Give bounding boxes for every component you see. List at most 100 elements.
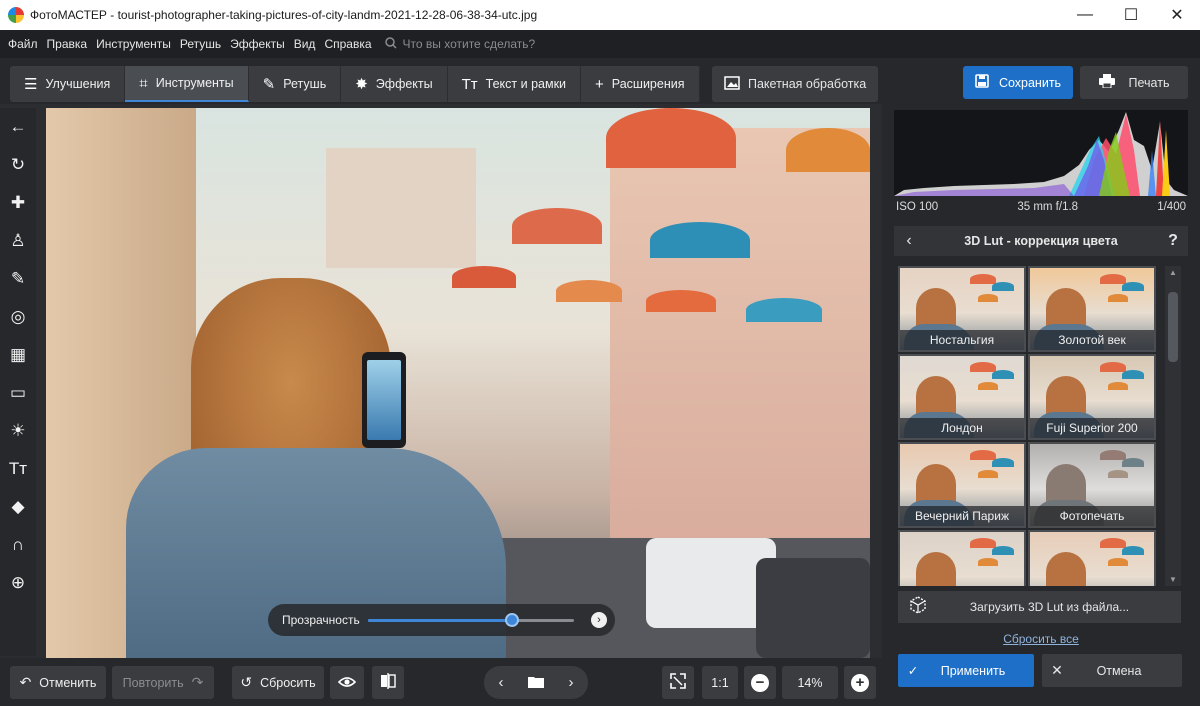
reset-label: Сбросить: [260, 675, 316, 690]
reset-all-link[interactable]: Сбросить все: [894, 632, 1188, 646]
tab-bar: ☰ Улучшения ⌗ Инструменты ✎ Ретушь ✸ Эфф…: [10, 66, 700, 102]
lut-preset-thumbnail[interactable]: Золотой век: [1028, 266, 1156, 352]
curves-icon[interactable]: ∩: [0, 526, 36, 564]
paint-bucket-icon[interactable]: ◆: [0, 488, 36, 526]
bottom-toolbar: ↶ Отменить Повторить ↷ ↺ Сбросить ‹ › 1:…: [0, 658, 882, 706]
lut-scrollbar[interactable]: ▲ ▼: [1165, 266, 1181, 586]
lut-preset-thumbnail[interactable]: Ностальгия: [898, 266, 1026, 352]
zoom-out-button[interactable]: −: [744, 666, 776, 699]
fit-to-screen-button[interactable]: [662, 666, 694, 699]
zoom-1-to-1-label: 1:1: [711, 675, 729, 690]
lut-preset-thumbnail[interactable]: Лондон: [898, 354, 1026, 440]
folder-icon[interactable]: [516, 675, 556, 691]
tab-label: Текст и рамки: [485, 77, 567, 91]
batch-processing-button[interactable]: Пакетная обработка: [712, 66, 879, 102]
eye-icon: [337, 675, 357, 691]
undo-button[interactable]: ↶ Отменить: [10, 666, 106, 699]
photo-car: [756, 558, 870, 658]
lut-preset-label: Fuji Superior 200: [1030, 418, 1154, 438]
back-chevron-icon[interactable]: ‹: [894, 232, 924, 250]
photo-umbrella: [512, 208, 602, 244]
gradient-filter-icon[interactable]: ▦: [0, 336, 36, 374]
menu-help[interactable]: Справка: [324, 37, 371, 51]
lut-preset-thumbnail[interactable]: Вечерний Париж: [898, 442, 1026, 528]
help-icon[interactable]: ?: [1158, 232, 1188, 250]
compare-button[interactable]: [372, 666, 404, 699]
tab-label: Эффекты: [375, 77, 433, 91]
menu-file[interactable]: Файл: [8, 37, 38, 51]
photo-umbrella: [556, 280, 622, 302]
stamp-icon[interactable]: ♙: [0, 222, 36, 260]
tab-text-frames[interactable]: Тт Текст и рамки: [448, 66, 582, 102]
menu-effects[interactable]: Эффекты: [230, 37, 285, 51]
tab-enhancements[interactable]: ☰ Улучшения: [10, 66, 126, 102]
cancel-button[interactable]: ✕ Отмена: [1042, 654, 1182, 687]
preview-toggle-button[interactable]: [330, 666, 364, 699]
zoom-level-field[interactable]: 14%: [782, 666, 838, 699]
sliders-icon: ☰: [24, 76, 38, 93]
zoom-1-to-1-button[interactable]: 1:1: [702, 666, 738, 699]
scroll-down-icon[interactable]: ▼: [1165, 575, 1181, 584]
tool-sidebar: ← ↻ ✚ ♙ ✎ ◎ ▦ ▭ ☀ Тт ◆ ∩ ⊕: [0, 108, 36, 656]
menu-retouch[interactable]: Ретушь: [180, 37, 221, 51]
lut-preset-thumbnail[interactable]: [1028, 530, 1156, 586]
chevron-right-icon[interactable]: ›: [591, 612, 607, 628]
command-search[interactable]: Что вы хотите сделать?: [384, 36, 536, 52]
load-lut-label: Загрузить 3D Lut из файла...: [969, 600, 1130, 614]
lut-preset-thumbnail[interactable]: Fuji Superior 200: [1028, 354, 1156, 440]
tab-extensions[interactable]: + Расширения: [581, 66, 700, 102]
lut-preset-label: Вечерний Париж: [900, 506, 1024, 526]
print-button[interactable]: Печать: [1080, 66, 1188, 99]
close-icon: ✕: [1051, 662, 1063, 678]
lut-preset-label: Золотой век: [1030, 330, 1154, 350]
floppy-disk-icon: [975, 74, 989, 91]
load-lut-button[interactable]: Загрузить 3D Lut из файла...: [898, 591, 1181, 623]
reset-icon: ↺: [240, 674, 253, 690]
apply-button[interactable]: ✓ Применить: [898, 654, 1034, 687]
command-search-placeholder: Что вы хотите сделать?: [402, 37, 536, 51]
vignette-icon[interactable]: ▭: [0, 374, 36, 412]
title-bar: ФотоМАСТЕР - tourist-photographer-taking…: [0, 0, 1200, 30]
photo-building: [610, 128, 870, 598]
main-toolbar: ☰ Улучшения ⌗ Инструменты ✎ Ретушь ✸ Эфф…: [0, 58, 1200, 104]
minus-circle-icon: −: [751, 673, 769, 692]
printer-icon: [1098, 74, 1115, 91]
tab-tools[interactable]: ⌗ Инструменты: [125, 66, 249, 102]
zoom-in-button[interactable]: +: [844, 666, 876, 699]
photo-canvas[interactable]: [46, 108, 870, 658]
tab-effects[interactable]: ✸ Эффекты: [341, 66, 448, 102]
light-icon[interactable]: ☀: [0, 412, 36, 450]
cube-import-icon: [898, 595, 938, 619]
menu-edit[interactable]: Правка: [47, 37, 88, 51]
text-icon[interactable]: Тт: [0, 450, 36, 488]
brush-icon: ✎: [262, 76, 276, 93]
minimize-button[interactable]: —: [1062, 0, 1108, 30]
radial-filter-icon[interactable]: ◎: [0, 298, 36, 336]
reset-button[interactable]: ↺ Сбросить: [232, 666, 324, 699]
lut-preset-thumbnail[interactable]: Фотопечать: [1028, 442, 1156, 528]
opacity-slider-fill: [368, 619, 513, 622]
opacity-slider-track[interactable]: [368, 613, 574, 627]
back-arrow-icon[interactable]: ←: [0, 108, 36, 146]
scroll-up-icon[interactable]: ▲: [1165, 268, 1181, 277]
rotate-icon[interactable]: ↻: [0, 146, 36, 184]
menu-view[interactable]: Вид: [294, 37, 316, 51]
next-image-button[interactable]: ›: [556, 674, 586, 691]
opacity-slider-handle[interactable]: [505, 613, 520, 627]
search-icon: [384, 36, 397, 52]
photo: [46, 108, 870, 658]
apply-label: Применить: [940, 663, 1006, 678]
menu-tools[interactable]: Инструменты: [96, 37, 171, 51]
brush-icon[interactable]: ✎: [0, 260, 36, 298]
redo-button[interactable]: Повторить ↷: [112, 666, 214, 699]
tab-retouch[interactable]: ✎ Ретушь: [249, 66, 342, 102]
healing-patch-icon[interactable]: ✚: [0, 184, 36, 222]
close-button[interactable]: ✕: [1154, 0, 1200, 30]
lens-value: 35 mm f/1.8: [1017, 201, 1079, 213]
save-button[interactable]: Сохранить: [963, 66, 1073, 99]
previous-image-button[interactable]: ‹: [486, 674, 516, 691]
lut-preset-thumbnail[interactable]: [898, 530, 1026, 586]
add-tool-icon[interactable]: ⊕: [0, 564, 36, 602]
maximize-button[interactable]: ☐: [1108, 0, 1154, 30]
scrollbar-thumb[interactable]: [1168, 292, 1178, 362]
